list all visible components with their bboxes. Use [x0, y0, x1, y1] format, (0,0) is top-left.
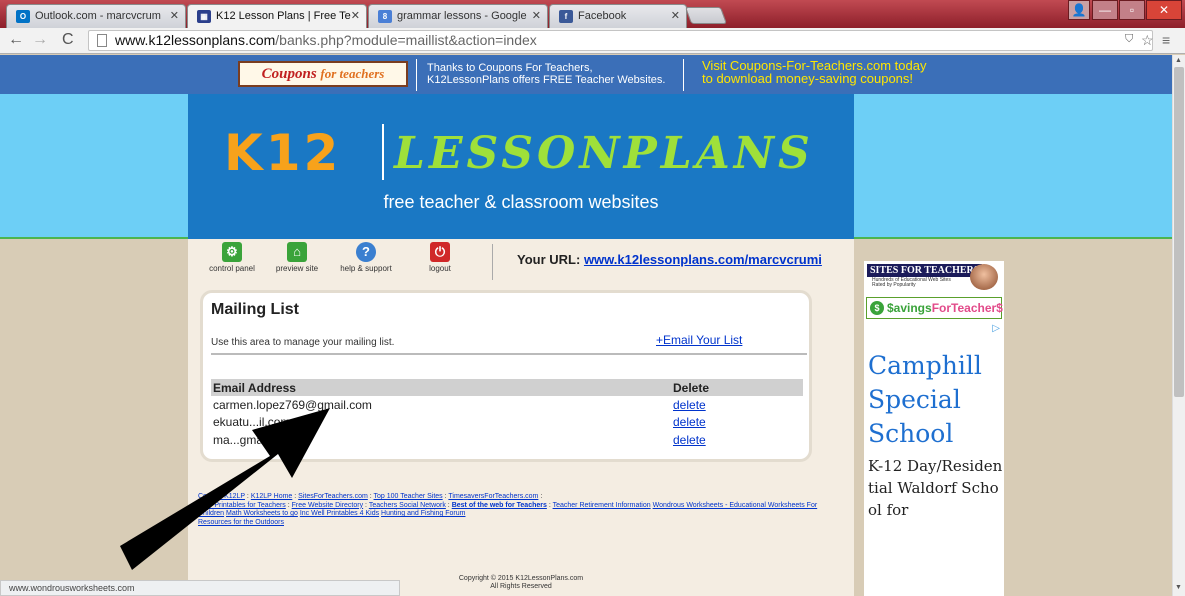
email-your-list-link[interactable]: +Email Your List: [656, 333, 742, 347]
savings-text: ForTeacher$: [931, 301, 1003, 315]
url-host: www.k12lessonplans.com: [115, 32, 276, 48]
column-header-delete: Delete: [671, 379, 803, 396]
help-icon: ?: [356, 242, 376, 262]
close-tab-icon[interactable]: ✕: [532, 5, 541, 27]
close-tab-icon[interactable]: ✕: [170, 5, 179, 27]
logout-label: logout: [429, 264, 451, 273]
status-bar: www.wondrousworksheets.com: [0, 580, 400, 596]
visit-line: to download money-saving coupons!: [702, 71, 914, 86]
mailing-list-title: Mailing List: [211, 301, 299, 318]
logout-button[interactable]: ⏻ logout: [410, 242, 470, 273]
divider: [211, 353, 807, 355]
maximize-button[interactable]: ▫: [1119, 0, 1145, 20]
tab-outlook[interactable]: O Outlook.com - marcvcrum ✕: [6, 4, 186, 28]
savings-icon: $: [870, 301, 884, 315]
power-icon: ⏻: [430, 242, 450, 262]
tab-k12-lesson-plans[interactable]: ▦ K12 Lesson Plans | Free Te ✕: [187, 4, 367, 28]
tab-label: grammar lessons - Google: [397, 10, 527, 22]
sft-subtitle: Hundreds of Educational Web Sites Rated …: [872, 277, 951, 288]
reload-icon[interactable]: C: [62, 31, 74, 49]
tab-label: K12 Lesson Plans | Free Te: [216, 10, 351, 22]
delete-link[interactable]: delete: [673, 398, 706, 412]
delete-link[interactable]: delete: [673, 415, 706, 429]
sft-title: SITES FOR TEACHERS: [867, 264, 983, 277]
star-icon[interactable]: ☆: [1141, 32, 1154, 49]
ad-title-link[interactable]: Camphill Special School: [868, 349, 1004, 451]
address-bar[interactable]: www.k12lessonplans.com/banks.php?module=…: [88, 30, 1153, 51]
your-url-link[interactable]: www.k12lessonplans.com/marcvcrumi: [584, 252, 822, 267]
divider: [492, 244, 493, 280]
page-icon: [97, 34, 107, 47]
google-search-icon: 8: [378, 10, 392, 23]
close-tab-icon[interactable]: ✕: [671, 5, 680, 27]
close-window-button[interactable]: ✕: [1146, 0, 1182, 20]
footer-link[interactable]: Best of the web for Teachers: [452, 502, 547, 509]
close-tab-icon[interactable]: ✕: [351, 5, 360, 27]
coupons-for-teachers-logo[interactable]: Coupons for teachers: [238, 61, 408, 87]
facebook-icon: f: [559, 10, 573, 23]
back-icon[interactable]: ←: [8, 31, 24, 49]
menu-icon[interactable]: ≡: [1162, 32, 1170, 48]
tab-facebook[interactable]: f Facebook ✕: [549, 4, 687, 28]
tab-label: Facebook: [578, 10, 627, 22]
logo-subtext: for teachers: [320, 66, 385, 81]
url-path: /banks.php?module=maillist&action=index: [275, 32, 537, 48]
annotation-arrow-icon: [120, 408, 330, 570]
logo-divider: [382, 124, 384, 180]
thanks-text: Thanks to Coupons For Teachers, K12Lesso…: [416, 59, 684, 91]
help-support-button[interactable]: ? help & support: [336, 242, 396, 273]
savings-for-teachers-ad[interactable]: $ $avingsForTeacher$: [866, 297, 1003, 319]
vertical-scrollbar[interactable]: ▲ ▼: [1172, 55, 1185, 596]
new-tab-button[interactable]: [684, 7, 728, 24]
delete-link[interactable]: delete: [673, 433, 706, 447]
sites-for-teachers-ad[interactable]: SITES FOR TEACHERS Hundreds of Education…: [866, 263, 1002, 291]
k12-logo-text: K12: [224, 124, 342, 182]
adchoices-icon[interactable]: ▷: [992, 323, 1000, 334]
tab-google-search[interactable]: 8 grammar lessons - Google ✕: [368, 4, 548, 28]
scroll-up-icon[interactable]: ▲: [1175, 57, 1182, 64]
footer-link[interactable]: Teacher Retirement Information: [553, 502, 651, 509]
visit-coupons-link[interactable]: Visit Coupons-For-Teachers.com today to …: [702, 59, 926, 85]
page-content: Coupons for teachers Thanks to Coupons F…: [0, 55, 1172, 596]
thanks-line: K12LessonPlans offers FREE Teacher Websi…: [427, 74, 666, 86]
footer-link[interactable]: Top 100 Teacher Sites: [374, 493, 443, 500]
your-url-label: Your URL:: [517, 252, 581, 267]
outlook-icon: O: [16, 10, 30, 23]
control-panel-label: control panel: [209, 264, 255, 273]
shield-icon[interactable]: ⛉: [1125, 33, 1133, 46]
browser-toolbar: ← → C www.k12lessonplans.com/banks.php?m…: [0, 28, 1185, 54]
tab-label: Outlook.com - marcvcrum: [35, 10, 161, 22]
tagline: free teacher & classroom websites: [383, 192, 659, 212]
footer-link[interactable]: Teachers Social Network: [369, 502, 446, 509]
your-url: Your URL: www.k12lessonplans.com/marcvcr…: [517, 252, 822, 267]
footer-link[interactable]: Hunting and Fishing Forum: [381, 510, 465, 517]
ad-body: K-12 Day/Residential Waldorf School for: [868, 457, 1003, 519]
building-icon: ⌂: [287, 242, 307, 262]
control-panel-button[interactable]: ⚙ control panel: [202, 242, 262, 273]
site-header: K12 LESSONPLANS free teacher & classroom…: [188, 94, 854, 239]
user-profile-icon[interactable]: 👤: [1068, 0, 1090, 20]
scroll-down-icon[interactable]: ▼: [1175, 584, 1182, 591]
minimize-button[interactable]: —: [1092, 0, 1118, 20]
footer-link[interactable]: TimesaversForTeachers.com: [448, 493, 538, 500]
savings-text: $avings: [887, 301, 932, 315]
forward-icon[interactable]: →: [32, 31, 48, 49]
preview-site-label: preview site: [275, 264, 319, 273]
column-header-email: Email Address: [211, 379, 671, 396]
logo-text: Coupons: [261, 66, 317, 82]
gear-icon: ⚙: [222, 242, 242, 262]
preview-site-button[interactable]: ⌂ preview site: [267, 242, 327, 273]
help-support-label: help & support: [340, 264, 392, 273]
control-bar: ⚙ control panel ⌂ preview site ? help & …: [188, 242, 854, 282]
mailing-list-description: Use this area to manage your mailing lis…: [211, 337, 395, 348]
tab-strip: O Outlook.com - marcvcrum ✕ ▦ K12 Lesson…: [0, 0, 1185, 28]
lessonplans-logo-text: LESSONPLANS: [394, 128, 814, 179]
top-banner: Coupons for teachers Thanks to Coupons F…: [0, 55, 1172, 94]
k12-grid-icon: ▦: [197, 10, 211, 23]
scrollbar-thumb[interactable]: [1174, 67, 1184, 397]
teacher-photo: [970, 264, 998, 290]
thanks-line: Thanks to Coupons For Teachers,: [427, 62, 593, 74]
table-header: Email Address Delete: [211, 379, 803, 396]
ad-column: SITES FOR TEACHERS Hundreds of Education…: [864, 261, 1004, 596]
